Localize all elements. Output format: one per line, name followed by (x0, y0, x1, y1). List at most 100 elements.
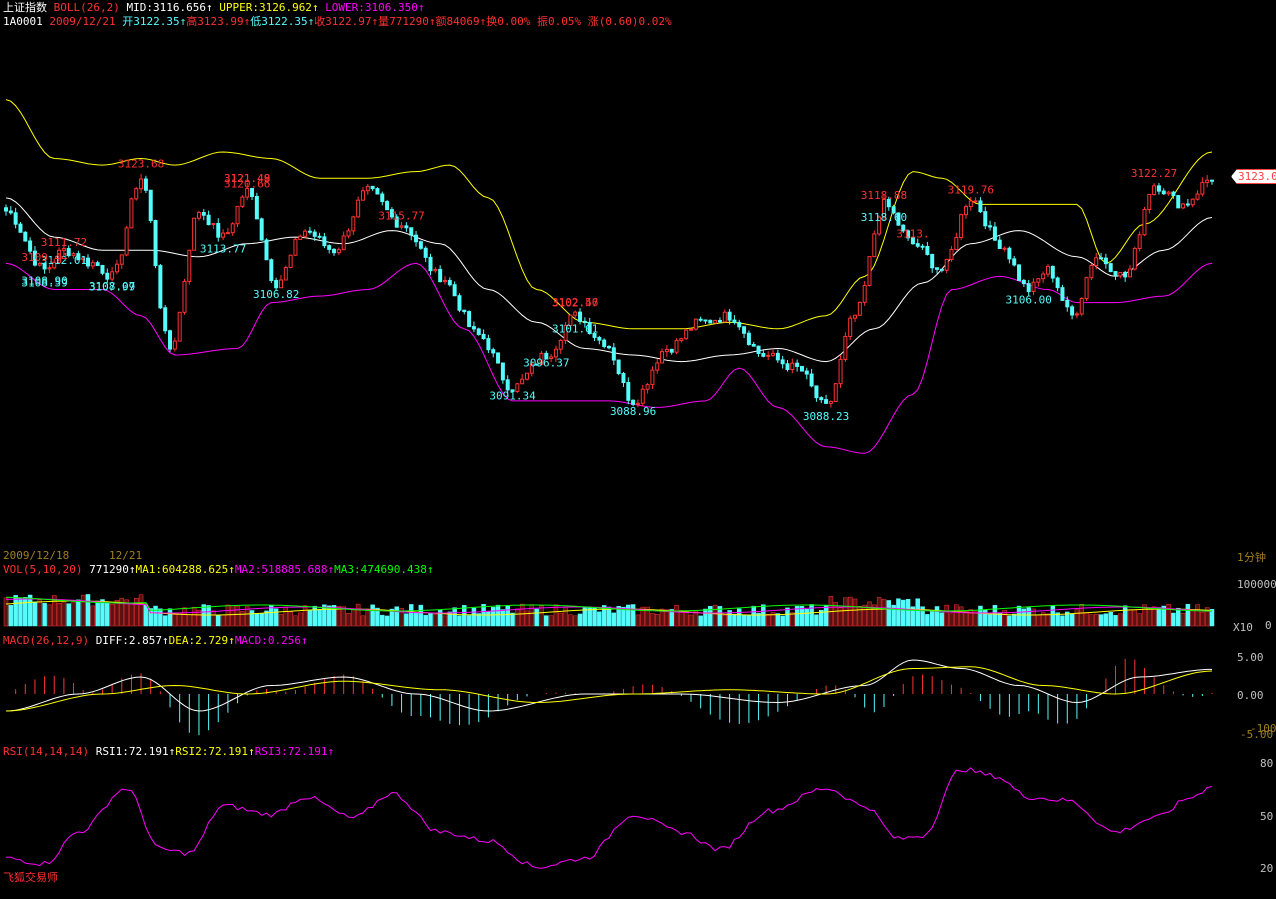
volume-bar (61, 601, 67, 627)
candle-body (1118, 271, 1123, 277)
volume-bar (1137, 613, 1142, 627)
volume-bar (100, 599, 105, 627)
candle-body (240, 196, 245, 207)
volume-bar (380, 614, 385, 627)
volume-bar (577, 613, 583, 627)
volume-bar (1089, 614, 1094, 627)
candle-body (732, 319, 737, 323)
volume-bar (32, 601, 38, 627)
candle-body (404, 225, 409, 229)
volume-bar (519, 603, 525, 627)
volume-bar (568, 614, 573, 627)
price-label: 3106.82 (253, 288, 299, 301)
candle-body (1137, 234, 1142, 249)
candle-body (524, 372, 529, 380)
volume-bar (862, 604, 867, 627)
volume-bar (1103, 613, 1109, 627)
candle-body (857, 301, 862, 316)
candle-body (341, 235, 346, 251)
candle-body (370, 185, 375, 190)
candle-body (578, 311, 583, 322)
candle-body (1055, 277, 1060, 289)
volume-bar (563, 606, 568, 627)
volume-bar (167, 608, 173, 627)
candle-body (153, 220, 158, 267)
volume-bar (47, 604, 52, 627)
rsi-line (5, 767, 1213, 869)
volume-bar (1069, 614, 1075, 627)
candle-body (1026, 283, 1031, 293)
candle-body (988, 225, 993, 228)
candle-body (303, 230, 308, 237)
candle-body (959, 214, 964, 238)
volume-bar (37, 599, 43, 627)
volume-bar (1026, 607, 1031, 627)
candle-body (375, 188, 380, 195)
candle-body (689, 328, 694, 331)
volume-bar (109, 603, 115, 627)
candle-body (288, 254, 293, 268)
candle-body (293, 238, 298, 256)
candle-body (775, 352, 780, 361)
candle-body (1190, 198, 1195, 206)
candle-body (452, 284, 457, 297)
volume-bar (1079, 604, 1085, 627)
volume-bar (954, 604, 959, 627)
price-label: 3102.56 (552, 296, 598, 309)
volume-bar (823, 605, 829, 627)
candle-body (607, 345, 611, 349)
volume-bar (949, 613, 954, 627)
candle-body (201, 211, 206, 216)
candle-body (708, 319, 713, 324)
volume-bar (384, 615, 390, 627)
volume-bar (302, 605, 308, 627)
candle-body (442, 279, 447, 283)
price-label: 3109.44 (21, 251, 68, 264)
candle-body (1094, 257, 1099, 267)
volume-bar (85, 594, 91, 627)
candle-body (332, 248, 337, 254)
candle-body (230, 223, 235, 234)
candle-body (915, 243, 920, 247)
volume-bar (992, 605, 998, 627)
candle-body (843, 335, 848, 360)
candle-body (790, 362, 795, 371)
volume-bar (650, 613, 655, 627)
price-label: 3111.72 (41, 236, 87, 249)
candle-body (1060, 287, 1065, 301)
candle-body (558, 339, 563, 350)
candle-body (771, 352, 776, 356)
candle-body (1084, 277, 1089, 300)
candle-body (1113, 271, 1118, 277)
candle-body (360, 190, 365, 201)
candle-body (698, 318, 703, 321)
volume-bar (230, 605, 235, 627)
candle-body (129, 198, 134, 229)
volume-bar (225, 604, 231, 627)
volume-bar (3, 597, 9, 627)
volume-bar (785, 607, 790, 627)
volume-bar (490, 607, 496, 627)
volume-bar (876, 597, 882, 627)
price-label: 3106.00 (1006, 294, 1052, 307)
candle-body (1021, 279, 1026, 285)
candle-body (992, 226, 997, 241)
candle-body (978, 200, 983, 213)
volume-bar (746, 614, 752, 627)
volume-bar (765, 613, 771, 627)
volume-bar (1016, 605, 1022, 627)
candle-body (828, 401, 833, 404)
volume-bar (1200, 611, 1205, 627)
candle-body (500, 362, 505, 381)
price-label: 3096.37 (523, 357, 569, 370)
candle-body (307, 230, 312, 233)
candle-body (920, 245, 925, 248)
volume-bar (553, 604, 559, 627)
volume-bar (42, 603, 47, 627)
candle-body (23, 231, 28, 242)
volume-bar (997, 612, 1002, 627)
volume-bar (1108, 611, 1113, 627)
candle-body (963, 206, 968, 216)
volume-bar (182, 607, 187, 627)
volume-bar (1156, 607, 1162, 627)
